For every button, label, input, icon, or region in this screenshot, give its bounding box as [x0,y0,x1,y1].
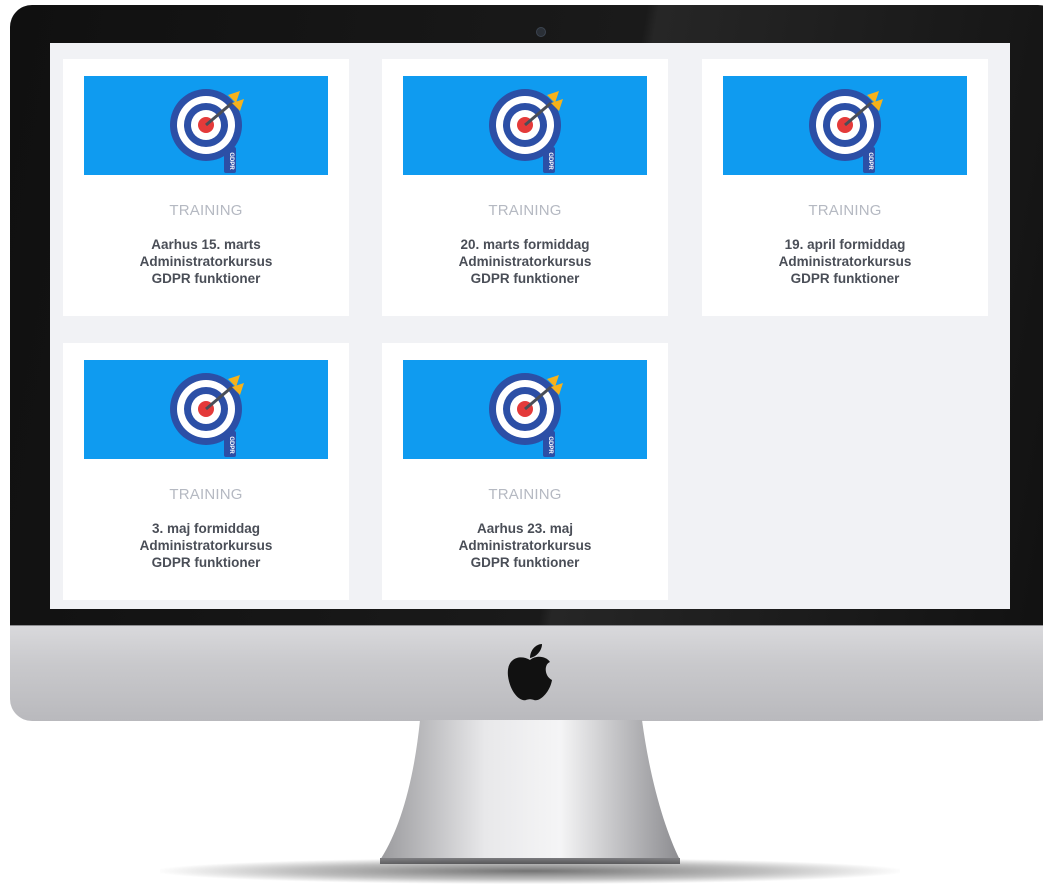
gdpr-tag-text: GDPR [867,152,873,170]
card-title[interactable]: Aarhus 23. maj Administratorkursus GDPR … [392,520,658,571]
card-title-line: 20. marts formiddag [460,237,590,252]
card-title-line: GDPR funktioner [790,271,900,286]
card-title-line: 19. april formiddag [784,237,906,252]
card-category: TRAINING [169,486,243,503]
card-title-line: Administratorkursus [139,538,273,553]
card-title-line: GDPR funktioner [470,555,580,570]
stand-shadow [160,858,900,884]
gdpr-tag-text: GDPR [547,436,553,454]
card-title-line: Aarhus 15. marts [151,237,261,252]
gdpr-target-arrow-icon: GDPR [84,360,328,459]
card-title[interactable]: 3. maj formiddag Administratorkursus GDP… [73,520,339,571]
card-category: TRAINING [169,202,243,219]
gdpr-target-arrow-icon: GDPR [723,76,967,175]
card-title[interactable]: 20. marts formiddag Administratorkursus … [392,236,658,287]
card-title-line: GDPR funktioner [470,271,580,286]
card-category: TRAINING [808,202,882,219]
card-title-line: GDPR funktioner [151,271,261,286]
card-title-line: Administratorkursus [778,254,912,269]
gdpr-tag-text: GDPR [547,152,553,170]
card-title[interactable]: 19. april formiddag Administratorkursus … [712,236,978,287]
card-title-line: Administratorkursus [458,538,592,553]
gdpr-target-arrow-icon: GDPR [403,360,647,459]
card-title-line: 3. maj formiddag [151,521,261,536]
card-title-line: Aarhus 23. maj [476,521,574,536]
camera-icon [536,27,546,37]
gdpr-target-arrow-icon: GDPR [403,76,647,175]
card-title[interactable]: Aarhus 15. marts Administratorkursus GDP… [73,236,339,287]
card-title-line: Administratorkursus [139,254,273,269]
card-category: TRAINING [488,202,562,219]
course-card-5[interactable]: GDPR TRAINING Aarhus 23. maj Administrat… [382,343,668,600]
course-card-4[interactable]: GDPR TRAINING 3. maj formiddag Administr… [63,343,349,600]
gdpr-target-arrow-icon: GDPR [84,76,328,175]
gdpr-tag-text: GDPR [228,152,234,170]
course-card-3[interactable]: GDPR TRAINING 19. april formiddag Admini… [702,59,988,316]
card-title-line: GDPR funktioner [151,555,261,570]
card-title-line: Administratorkursus [458,254,592,269]
gdpr-tag-text: GDPR [228,436,234,454]
apple-logo-icon [507,644,552,701]
monitor-screen: GDPR TRAINING Aarhus 15. marts Administr… [50,43,1010,609]
course-card-1[interactable]: GDPR TRAINING Aarhus 15. marts Administr… [63,59,349,316]
monitor-stand [380,720,680,864]
card-category: TRAINING [488,486,562,503]
course-card-2[interactable]: GDPR TRAINING 20. marts formiddag Admini… [382,59,668,316]
